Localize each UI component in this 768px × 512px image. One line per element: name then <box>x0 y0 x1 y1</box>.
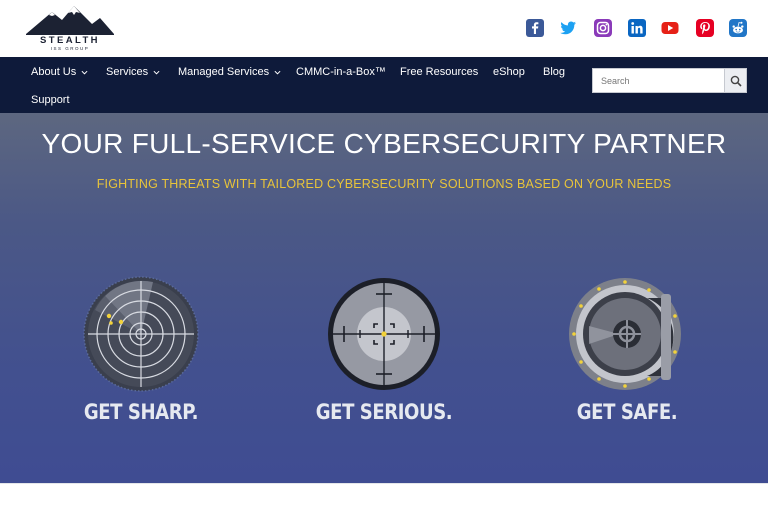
facebook-icon[interactable] <box>526 19 544 37</box>
page-content-area <box>0 483 768 512</box>
nav-cmmc-label: CMMC-in-a-Box™ <box>296 66 386 78</box>
nav-eshop[interactable]: eShop <box>493 65 525 79</box>
search-box <box>592 68 747 93</box>
site-header: STEALTH ISS GROUP <box>0 0 768 57</box>
crosshair-icon <box>328 278 440 390</box>
twitter-icon[interactable] <box>559 19 577 37</box>
hero-title: YOUR FULL-SERVICE CYBERSECURITY PARTNER <box>41 128 727 159</box>
vault-icon <box>569 278 681 390</box>
nav-support[interactable]: Support <box>31 93 70 107</box>
search-input[interactable] <box>593 69 724 92</box>
pinterest-icon[interactable] <box>696 19 714 37</box>
nav-blog[interactable]: Blog <box>543 65 565 79</box>
nav-support-label: Support <box>31 94 70 106</box>
nav-cmmc-in-a-box[interactable]: CMMC-in-a-Box™ <box>296 65 386 79</box>
hero-subtitle: FIGHTING THREATS WITH TAILORED CYBERSECU… <box>96 177 672 191</box>
search-icon <box>730 75 742 87</box>
nav-free-resources-label: Free Resources <box>400 66 479 78</box>
hero-banner: YOUR FULL-SERVICE CYBERSECURITY PARTNER … <box>0 113 768 483</box>
nav-free-resources[interactable]: Free Resources <box>400 65 478 79</box>
youtube-icon[interactable] <box>661 19 679 37</box>
feature-get-safe-label: GET SAFE. <box>576 400 678 424</box>
nav-managed-services-label: Managed Services <box>178 66 270 78</box>
nav-eshop-label: eShop <box>493 66 525 78</box>
feature-get-serious[interactable]: GET SERIOUS. <box>304 276 464 436</box>
brand-sub: ISS GROUP <box>50 46 90 51</box>
nav-about-us[interactable]: About Us <box>31 65 88 79</box>
nav-about-us-label: About Us <box>31 66 77 78</box>
chevron-down-icon <box>81 70 88 75</box>
reddit-icon[interactable] <box>729 19 747 37</box>
chevron-down-icon <box>153 70 160 75</box>
instagram-icon[interactable] <box>594 19 612 37</box>
feature-get-safe[interactable]: GET SAFE. <box>547 276 707 436</box>
chevron-down-icon <box>274 70 281 75</box>
linkedin-icon[interactable] <box>628 19 646 37</box>
feature-get-serious-label: GET SERIOUS. <box>315 400 453 424</box>
feature-get-sharp[interactable]: GET SHARP. <box>61 276 221 436</box>
radar-icon <box>83 276 199 392</box>
nav-services-label: Services <box>106 66 149 78</box>
nav-blog-label: Blog <box>543 66 566 78</box>
nav-managed-services[interactable]: Managed Services <box>178 65 281 79</box>
stealth-logo[interactable]: STEALTH ISS GROUP <box>22 4 118 52</box>
mountain-logo-icon <box>26 6 114 35</box>
search-button[interactable] <box>724 69 746 92</box>
feature-get-sharp-label: GET SHARP. <box>83 400 199 424</box>
nav-services[interactable]: Services <box>106 65 160 79</box>
brand-name: STEALTH <box>40 35 100 46</box>
